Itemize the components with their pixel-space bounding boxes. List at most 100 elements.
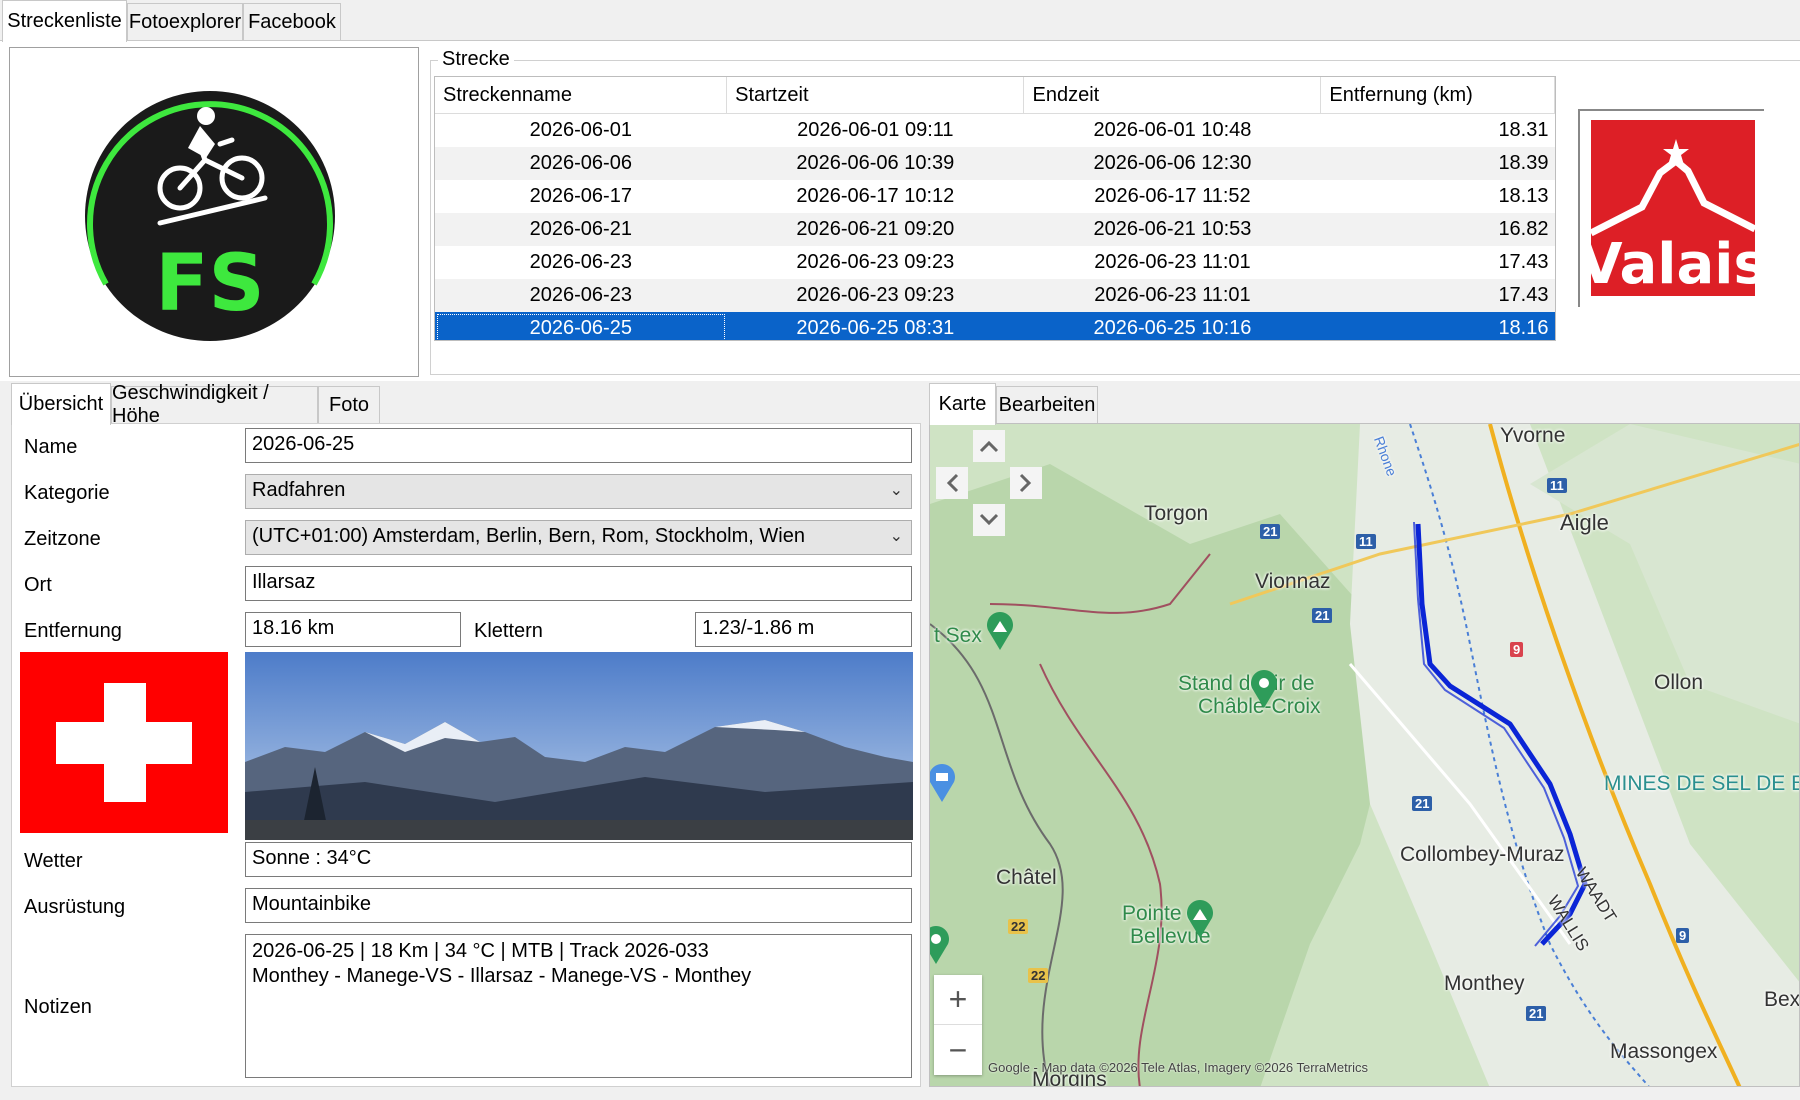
- strecke-table-frame: Streckenname Startzeit Endzeit Entfernun…: [434, 76, 1556, 341]
- tab-bearbeiten[interactable]: Bearbeiten: [996, 386, 1098, 423]
- notizen-textarea[interactable]: 2026-06-25 | 18 Km | 34 °C | MTB | Track…: [245, 934, 912, 1078]
- location-marker-icon[interactable]: [929, 924, 952, 964]
- kategorie-select[interactable]: Radfahren ⌄: [245, 474, 912, 509]
- cell-end: 2026-06-06 12:30: [1023, 147, 1321, 180]
- cell-name: 2026-06-01: [529, 119, 632, 141]
- cell-dist: 18.16: [1320, 312, 1555, 340]
- map-label-ollon: Ollon: [1654, 671, 1704, 694]
- strecke-group-title: Strecke: [438, 48, 514, 71]
- cell-dist: 18.39: [1320, 147, 1555, 180]
- tab-fotoexplorer[interactable]: Fotoexplorer: [127, 3, 243, 40]
- road-shield: 21: [1260, 524, 1281, 539]
- klettern-field[interactable]: 1.23/-1.86 m: [695, 612, 912, 647]
- map-label-monthey: Monthey: [1444, 972, 1525, 995]
- map-label-massongex: Massongex: [1610, 1040, 1718, 1063]
- ort-field[interactable]: Illarsaz: [245, 566, 912, 601]
- notizen-label: Notizen: [24, 996, 92, 1018]
- ort-label: Ort: [24, 574, 52, 596]
- road-shield: 21: [1412, 796, 1433, 811]
- shopping-marker-icon[interactable]: [929, 762, 958, 802]
- cell-start: 2026-06-23 09:23: [726, 279, 1024, 312]
- road-shield: 11: [1547, 478, 1567, 493]
- road-shield: 22: [1028, 968, 1049, 983]
- zeitzone-select[interactable]: (UTC+01:00) Amsterdam, Berlin, Bern, Rom…: [245, 520, 912, 555]
- tab-foto[interactable]: Foto: [318, 386, 380, 423]
- table-row-selected[interactable]: 2026-06-25 2026-06-25 08:31 2026-06-25 1…: [435, 312, 1555, 340]
- strecke-table: Streckenname Startzeit Endzeit Entfernun…: [435, 77, 1555, 340]
- col-streckenname[interactable]: Streckenname: [435, 77, 728, 114]
- cell-start: 2026-06-21 09:20: [726, 213, 1024, 246]
- table-row[interactable]: 2026-06-23 2026-06-23 09:23 2026-06-23 1…: [435, 279, 1555, 312]
- mountain-marker-icon[interactable]: [984, 610, 1016, 650]
- map-panel[interactable]: Yvorne Aigle Torgon Vionnaz t Sex Stand …: [929, 423, 1800, 1087]
- notizen-line-2: Monthey - Manege-VS - Illarsaz - Manege-…: [252, 965, 752, 987]
- pan-up-button[interactable]: [973, 430, 1005, 462]
- cell-name: 2026-06-06: [435, 147, 727, 180]
- cell-start: 2026-06-17 10:12: [796, 185, 955, 207]
- kategorie-label: Kategorie: [24, 482, 110, 504]
- zoom-in-button[interactable]: +: [934, 975, 982, 1025]
- zoom-out-button[interactable]: −: [934, 1025, 982, 1075]
- road-shield: 22: [1008, 919, 1029, 934]
- swiss-flag-image: [20, 652, 228, 833]
- chevron-down-icon: ⌄: [889, 482, 903, 499]
- app-logo-text: FS: [155, 239, 264, 329]
- table-row[interactable]: 2026-06-17 2026-06-17 10:12 2026-06-17 1…: [435, 180, 1555, 213]
- map-terrain: [930, 424, 1799, 1086]
- pan-right-button[interactable]: [1010, 467, 1042, 499]
- cell-name: 2026-06-21: [435, 213, 727, 246]
- pan-down-button[interactable]: [973, 504, 1005, 536]
- table-row[interactable]: 2026-06-21 2026-06-21 09:20 2026-06-21 1…: [435, 213, 1555, 246]
- col-entfernung[interactable]: Entfernung (km): [1320, 77, 1555, 114]
- location-marker-icon[interactable]: [1248, 668, 1280, 708]
- cell-end: 2026-06-01 10:48: [1093, 119, 1252, 141]
- mountain-marker-icon[interactable]: [1184, 898, 1216, 938]
- ausruestung-label: Ausrüstung: [24, 896, 126, 918]
- cell-dist: 18.31: [1498, 119, 1549, 141]
- tab-streckenliste[interactable]: Streckenliste: [2, 0, 127, 42]
- tab-geschwindigkeit-hoehe[interactable]: Geschwindigkeit / Höhe: [111, 382, 318, 427]
- cell-start: 2026-06-25 08:31: [726, 312, 1024, 340]
- table-header-row: Streckenname Startzeit Endzeit Entfernun…: [435, 77, 1555, 114]
- valais-logo-frame: Valais: [1578, 109, 1764, 307]
- tab-karte[interactable]: Karte: [929, 383, 996, 425]
- zeitzone-value: (UTC+01:00) Amsterdam, Berlin, Bern, Rom…: [252, 525, 805, 547]
- app-logo-frame: FS: [9, 47, 419, 377]
- map-label-mines: MINES DE SEL DE BE: [1604, 772, 1800, 795]
- table-row[interactable]: 2026-06-01 2026-06-01 09:11 2026-06-01 1…: [435, 114, 1555, 148]
- col-startzeit[interactable]: Startzeit: [726, 77, 1025, 114]
- table-row[interactable]: 2026-06-23 2026-06-23 09:23 2026-06-23 1…: [435, 246, 1555, 279]
- app-logo: FS: [85, 91, 335, 341]
- pan-left-button[interactable]: [936, 467, 968, 499]
- ausruestung-field[interactable]: Mountainbike: [245, 888, 912, 923]
- col-endzeit[interactable]: Endzeit: [1023, 77, 1322, 114]
- chevron-down-icon: ⌄: [889, 528, 903, 545]
- cell-name: 2026-06-25: [435, 312, 727, 340]
- valais-logo-text: Valais: [1580, 232, 1764, 297]
- map-label-stand: Stand de tir de: [1178, 672, 1315, 695]
- table-row[interactable]: 2026-06-06 2026-06-06 10:39 2026-06-06 1…: [435, 147, 1555, 180]
- map-label-vionnaz: Vionnaz: [1255, 570, 1331, 593]
- klettern-label: Klettern: [474, 620, 543, 642]
- cell-dist: 16.82: [1320, 213, 1555, 246]
- chevron-right-icon: [1019, 473, 1032, 493]
- entfernung-label: Entfernung: [24, 620, 122, 642]
- valais-logo: Valais: [1580, 120, 1764, 297]
- zeitzone-label: Zeitzone: [24, 528, 101, 550]
- chevron-left-icon: [946, 473, 959, 493]
- map-label-yvorne: Yvorne: [1500, 424, 1566, 447]
- entfernung-field[interactable]: 18.16 km: [245, 612, 461, 647]
- road-shield: 9: [1676, 928, 1690, 943]
- road-shield: 9: [1510, 642, 1524, 657]
- pan-control: [936, 430, 1042, 536]
- tab-facebook[interactable]: Facebook: [243, 3, 341, 40]
- name-label: Name: [24, 436, 78, 458]
- track-photo[interactable]: [245, 652, 913, 840]
- wetter-field[interactable]: Sonne : 34°C: [245, 842, 912, 877]
- cell-name: 2026-06-23: [435, 279, 727, 312]
- tab-uebersicht[interactable]: Übersicht: [11, 383, 111, 425]
- kategorie-value: Radfahren: [252, 479, 346, 501]
- map-label-bex: Bex: [1764, 988, 1800, 1011]
- map-attribution: Google - Map data ©2026 Tele Atlas, Imag…: [988, 1060, 1368, 1075]
- name-field[interactable]: 2026-06-25: [245, 428, 912, 463]
